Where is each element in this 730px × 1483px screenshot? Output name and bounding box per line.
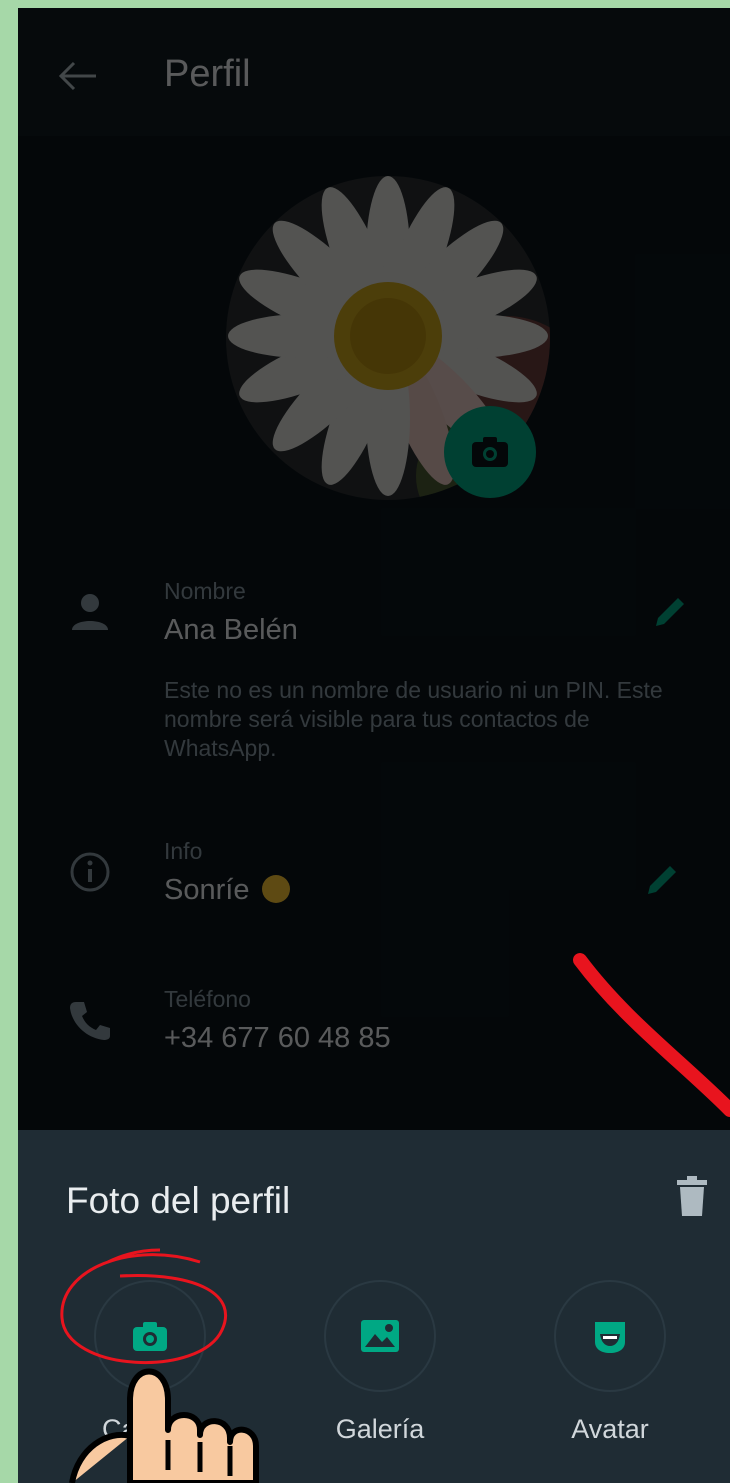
name-value[interactable]: Ana Belén: [164, 614, 298, 647]
option-gallery[interactable]: Galería: [288, 1280, 468, 1470]
camera-label: Cámara: [101, 1414, 199, 1444]
camera-option-circle: [94, 1280, 206, 1392]
info-label: Info: [164, 838, 203, 864]
trash-icon[interactable]: [676, 1176, 708, 1216]
change-photo-button[interactable]: [444, 406, 536, 498]
option-camera[interactable]: Cámara: [58, 1280, 238, 1470]
phone-label: Teléfono: [164, 986, 251, 1012]
profile-photo-sheet: Foto del perfil Cámara Galería Avatar: [18, 1130, 730, 1483]
info-icon: [70, 852, 110, 892]
page-title: Perfil: [164, 53, 251, 95]
edit-name-pencil-icon[interactable]: [650, 592, 690, 632]
gallery-label: Galería: [335, 1414, 425, 1444]
avatar-option-circle: [554, 1280, 666, 1392]
camera-icon: [133, 1322, 167, 1351]
avatar-icon: [595, 1322, 625, 1353]
edit-info-pencil-icon[interactable]: [642, 860, 682, 900]
info-value[interactable]: Sonríe: [164, 874, 290, 907]
smile-emoji-icon: [261, 875, 290, 903]
phone-icon: [70, 1002, 110, 1040]
info-text: Sonríe: [164, 874, 250, 906]
sheet-title: Foto del perfil: [66, 1180, 291, 1221]
camera-icon: [472, 437, 508, 467]
name-label: Nombre: [164, 578, 246, 604]
person-icon: [72, 594, 108, 630]
gallery-icon: [361, 1320, 399, 1352]
gallery-option-circle: [324, 1280, 436, 1392]
phone-screen: Perfil Nombre Ana Belén Este no es un no…: [18, 8, 730, 1483]
name-note: Este no es un nombre de usuario ni un PI…: [164, 677, 663, 761]
avatar-label: Avatar: [571, 1414, 649, 1444]
phone-value: +34 677 60 48 85: [164, 1022, 391, 1054]
option-avatar[interactable]: Avatar: [518, 1280, 698, 1470]
back-arrow-icon[interactable]: [58, 60, 98, 92]
app-bar: Perfil: [18, 8, 730, 136]
